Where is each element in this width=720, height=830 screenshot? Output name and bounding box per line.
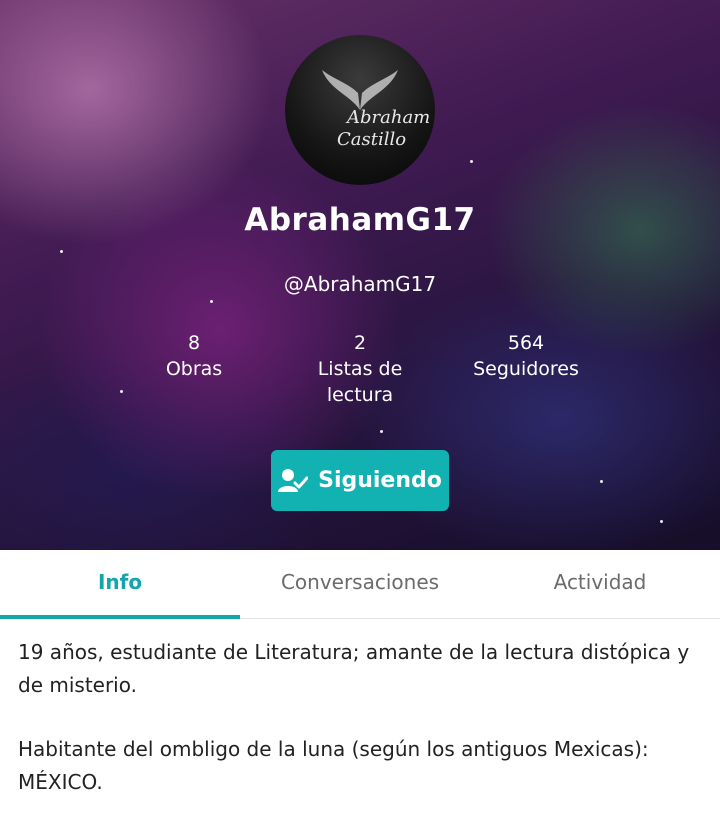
stat-reading-lists-value: 2 — [353, 332, 367, 354]
star-decoration — [120, 390, 123, 393]
stat-reading-lists-label: Listas de lectura — [317, 358, 403, 406]
profile-header: Abraham Castillo AbrahamG17 @AbrahamG17 … — [0, 0, 720, 550]
profile-bio: 19 años, estudiante de Literatura; amant… — [18, 636, 708, 830]
stat-works-label: Obras — [165, 358, 223, 380]
tab-conversations[interactable]: Conversaciones — [240, 550, 480, 618]
star-decoration — [660, 520, 663, 523]
stat-followers-value: 564 — [507, 332, 545, 354]
bio-paragraph: Habitante del ombligo de la luna (según … — [18, 737, 649, 794]
tab-activity[interactable]: Actividad — [480, 550, 720, 618]
user-check-icon — [278, 468, 309, 494]
following-button-label: Siguiendo — [318, 468, 442, 493]
star-decoration — [600, 480, 603, 483]
avatar-signature-line2: Castillo — [337, 129, 407, 150]
tab-info[interactable]: Info — [0, 550, 240, 619]
profile-handle: @AbrahamG17 — [283, 272, 437, 296]
star-decoration — [470, 160, 473, 163]
stat-works-value: 8 — [187, 332, 201, 354]
bio-paragraph: 19 años, estudiante de Literatura; amant… — [18, 640, 690, 697]
stat-works[interactable]: 8 Obras — [124, 330, 264, 382]
following-button[interactable]: Siguiendo — [271, 450, 449, 511]
stat-followers-label: Seguidores — [473, 358, 579, 380]
star-decoration — [380, 430, 383, 433]
star-decoration — [210, 300, 213, 303]
star-decoration — [60, 250, 63, 253]
profile-tabs: Info Conversaciones Actividad — [0, 550, 720, 619]
stat-followers[interactable]: 564 Seguidores — [456, 330, 596, 382]
avatar-signature-line1: Abraham — [347, 107, 431, 128]
stat-reading-lists[interactable]: 2 Listas de lectura — [290, 330, 430, 408]
profile-display-name: AbrahamG17 — [244, 202, 476, 238]
avatar[interactable]: Abraham Castillo — [285, 35, 435, 185]
